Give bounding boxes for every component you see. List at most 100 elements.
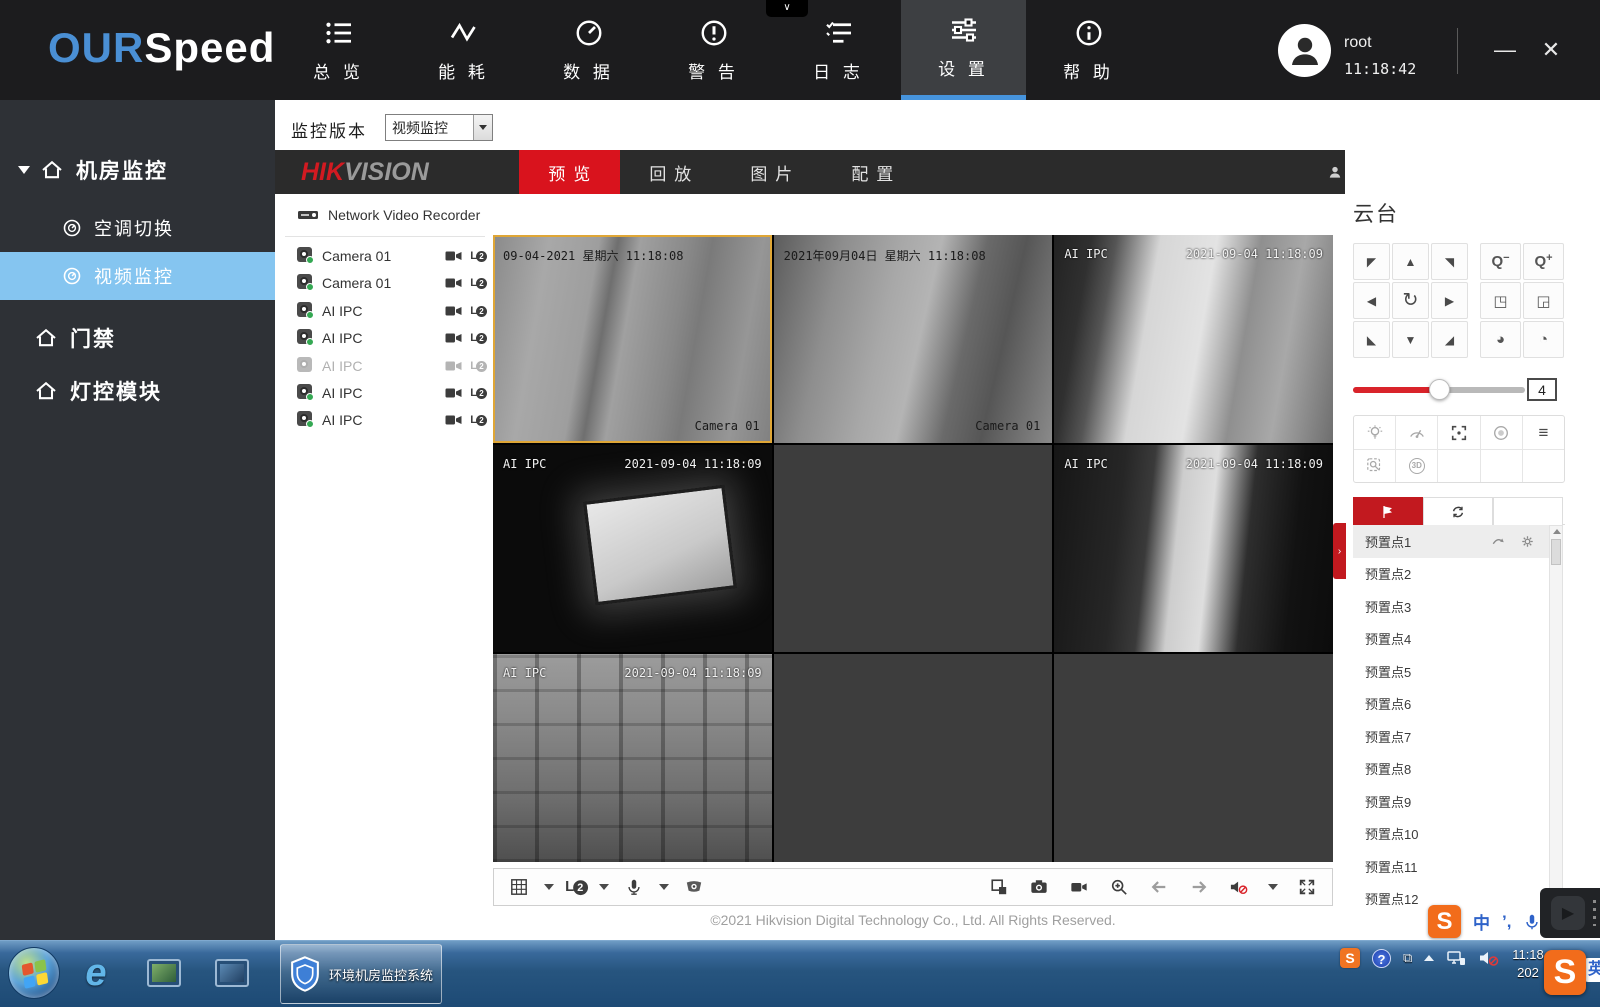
audio-dropdown-caret[interactable] <box>659 884 669 890</box>
digital-zoom-button[interactable] <box>1108 877 1130 897</box>
sidebar-item-light-control[interactable]: 灯控模块 <box>0 368 275 414</box>
ptz-right-button[interactable]: ▶ <box>1431 282 1468 319</box>
stop-all-button[interactable] <box>988 877 1010 897</box>
previous-page-button[interactable] <box>1148 877 1170 897</box>
start-live-icon[interactable] <box>445 249 462 263</box>
start-button[interactable] <box>8 947 60 999</box>
video-tile-8-empty[interactable] <box>774 654 1053 862</box>
stream-type-icon[interactable]: L2 <box>470 360 487 372</box>
fisheye-button[interactable] <box>683 877 705 897</box>
taskbar-app-icon-2[interactable] <box>208 948 256 998</box>
ime-mic-icon[interactable] <box>1523 913 1541 931</box>
tray-sogou-icon[interactable]: S <box>1340 948 1360 968</box>
layout-dropdown-caret[interactable] <box>544 884 554 890</box>
nav-data[interactable]: 数 据 <box>526 0 651 100</box>
iris-open-button[interactable]: ◔ <box>1523 321 1564 358</box>
stream-type-icon[interactable]: L2 <box>470 250 487 262</box>
start-live-icon[interactable] <box>445 304 462 318</box>
nav-settings[interactable]: 设 置 <box>901 0 1026 100</box>
volume-dropdown-caret[interactable] <box>1268 884 1278 890</box>
next-page-button[interactable] <box>1188 877 1210 897</box>
preset-item-2[interactable]: 预置点2 <box>1353 558 1549 591</box>
focus-far-button[interactable]: ◳ <box>1480 282 1521 319</box>
camera-row[interactable]: Camera 01 L2 <box>297 242 487 269</box>
camera-row[interactable]: AI IPC L2 <box>297 406 487 433</box>
tray-expand-arrow[interactable] <box>1424 955 1434 961</box>
notification-collapse-tab[interactable]: ∨ <box>766 0 808 17</box>
sidebar-item-door-access[interactable]: 门禁 <box>0 315 275 361</box>
scroll-up-arrow[interactable] <box>1553 529 1561 534</box>
stream-type-icon[interactable]: L2 <box>470 305 487 317</box>
tab-picture[interactable]: 图片 <box>721 150 822 194</box>
ptz-up-left-button[interactable]: ◤ <box>1353 243 1390 280</box>
preset-item-7[interactable]: 预置点7 <box>1353 720 1549 753</box>
nav-help[interactable]: 帮 助 <box>1026 0 1151 100</box>
tray-network-icon[interactable] <box>1446 949 1466 967</box>
preset-item-4[interactable]: 预置点4 <box>1353 623 1549 656</box>
preset-item-1[interactable]: 预置点1 <box>1353 525 1549 558</box>
start-live-icon[interactable] <box>445 413 462 427</box>
layout-grid-button[interactable] <box>508 877 530 897</box>
close-button[interactable]: ✕ <box>1534 36 1568 66</box>
ptz-auto-scan-button[interactable]: ↻ <box>1392 282 1429 319</box>
preset-item-3[interactable]: 预置点3 <box>1353 590 1549 623</box>
focus-near-button[interactable]: ◲ <box>1523 282 1564 319</box>
version-select[interactable]: 视频监控 <box>385 114 493 141</box>
ime-language-toggle[interactable]: 中 <box>1473 909 1490 934</box>
video-tile-7[interactable]: AI IPC 2021-09-04 11:18:09 <box>493 654 772 862</box>
ptz-up-button[interactable]: ▲ <box>1392 243 1429 280</box>
3d-positioning-button[interactable] <box>1437 416 1479 449</box>
panel-collapse-handle[interactable]: › <box>1333 523 1346 579</box>
fullscreen-button[interactable] <box>1296 877 1318 897</box>
tab-presets[interactable] <box>1353 497 1423 525</box>
zoom-in-button[interactable]: Q+ <box>1523 243 1564 280</box>
iris-close-button[interactable]: ◕ <box>1480 321 1521 358</box>
tray-help-icon[interactable]: ? <box>1372 949 1391 968</box>
camera-row[interactable]: Camera 01 L2 <box>297 269 487 296</box>
camera-row[interactable]: AI IPC L2 <box>297 379 487 406</box>
taskbar-active-app[interactable]: 环境机房监控系统 <box>280 944 442 1004</box>
speed-slider-thumb[interactable] <box>1429 379 1450 400</box>
preset-item-8[interactable]: 预置点8 <box>1353 753 1549 786</box>
menu-button[interactable]: ≡ <box>1522 416 1564 449</box>
light-button[interactable] <box>1354 416 1395 449</box>
video-tile-6[interactable]: AI IPC 2021-09-04 11:18:09 <box>1054 445 1333 653</box>
start-live-icon[interactable] <box>445 386 462 400</box>
video-tile-2[interactable]: 2021年09月04日 星期六 11:18:08 Camera 01 <box>774 235 1053 443</box>
sidebar-item-video-monitoring[interactable]: 视频监控 <box>0 252 275 300</box>
start-live-icon[interactable] <box>445 359 462 373</box>
3d-zoom-button[interactable]: 3D <box>1395 450 1437 482</box>
scrollbar-thumb[interactable] <box>1551 539 1561 565</box>
call-preset-icon[interactable] <box>1491 534 1506 549</box>
tray-windows-icon[interactable]: ⧉ <box>1403 950 1412 966</box>
sogou-badge-large[interactable]: S <box>1544 950 1586 995</box>
camera-row[interactable]: AI IPC L2 <box>297 324 487 351</box>
nav-alert[interactable]: 警 告 <box>651 0 776 100</box>
video-tile-3[interactable]: AI IPC 2021-09-04 11:18:09 <box>1054 235 1333 443</box>
camera-row[interactable]: AI IPC L2 <box>297 297 487 324</box>
mini-player-popup[interactable]: ▶ <box>1540 888 1600 938</box>
start-live-icon[interactable] <box>445 331 462 345</box>
sidebar-item-ac-switch[interactable]: 空调切换 <box>0 204 275 252</box>
stream-dropdown-caret[interactable] <box>599 884 609 890</box>
wiper-button[interactable] <box>1395 416 1437 449</box>
avatar[interactable] <box>1278 24 1331 77</box>
nav-overview[interactable]: 总 览 <box>276 0 401 100</box>
tab-patrol[interactable] <box>1423 497 1493 525</box>
ptz-down-button[interactable]: ▼ <box>1392 321 1429 358</box>
tree-root-nvr[interactable]: Network Video Recorder <box>297 207 480 223</box>
camera-row-offline[interactable]: AI IPC L2 <box>297 352 487 379</box>
play-icon[interactable]: ▶ <box>1551 896 1585 930</box>
ptz-down-right-button[interactable]: ◢ <box>1431 321 1468 358</box>
zoom-out-button[interactable]: Q− <box>1480 243 1521 280</box>
version-select-button[interactable] <box>473 115 492 140</box>
video-tile-1[interactable]: 09-04-2021 星期六 11:18:08 Camera 01 <box>493 235 772 443</box>
tab-preview[interactable]: 预览 <box>519 150 620 194</box>
stream-type-icon[interactable]: L2 <box>470 387 487 399</box>
nav-energy[interactable]: 能 耗 <box>401 0 526 100</box>
stream-type-icon[interactable]: L2 <box>470 414 487 426</box>
tab-playback[interactable]: 回放 <box>620 150 721 194</box>
preset-item-6[interactable]: 预置点6 <box>1353 688 1549 721</box>
lens-init-button[interactable] <box>1480 416 1522 449</box>
ptz-down-left-button[interactable]: ◣ <box>1353 321 1390 358</box>
